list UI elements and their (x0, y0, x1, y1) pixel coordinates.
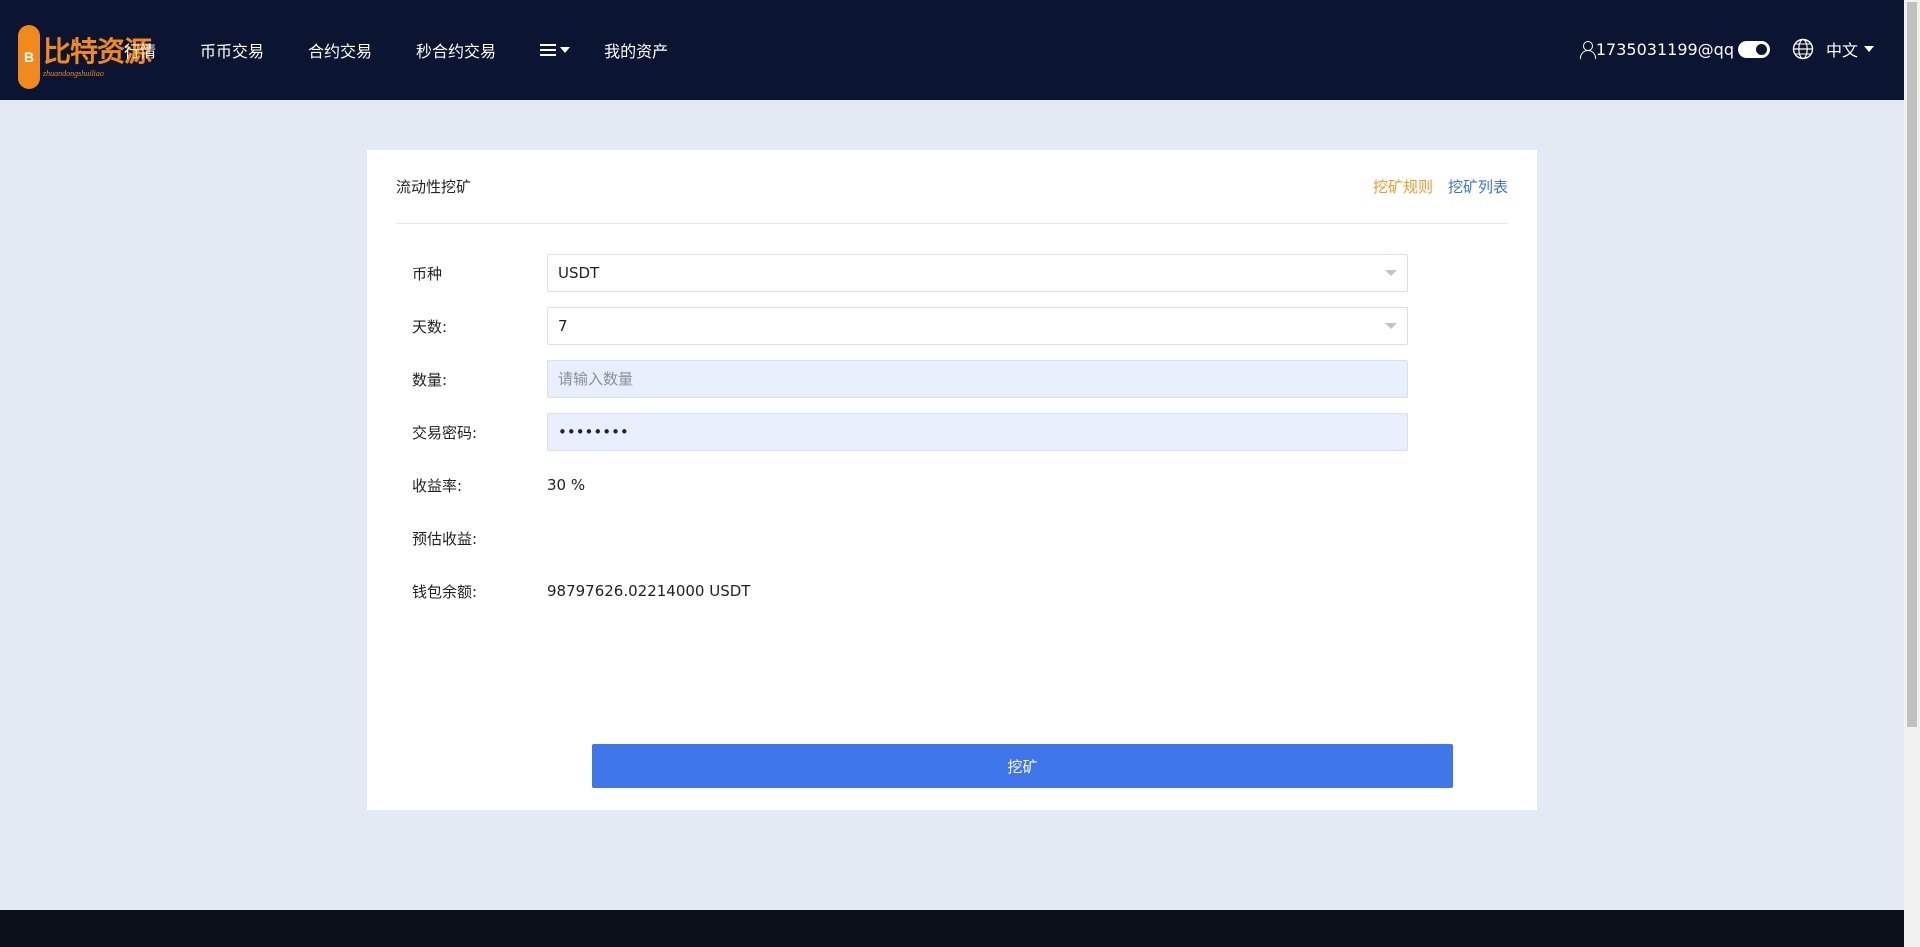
form-row-currency: 币种 USDT (412, 254, 1408, 292)
rate-value: 30 % (547, 476, 586, 494)
currency-label: 币种 (412, 264, 443, 283)
days-select[interactable]: 7 (547, 307, 1408, 345)
footer (0, 910, 1904, 947)
user-account-label: 1735031199@qq (1595, 39, 1734, 59)
mining-rules-link[interactable]: 挖矿规则 (1373, 176, 1433, 197)
form-row-rate: 收益率: 30 % (412, 466, 1408, 504)
nav-item-spot-trading[interactable]: 币币交易 (200, 38, 264, 62)
logo-badge-icon: B (18, 25, 40, 89)
form-row-amount: 数量: (412, 360, 1408, 398)
scrollbar-thumb[interactable] (1907, 2, 1917, 727)
balance-label: 钱包余额: (412, 582, 478, 601)
days-label: 天数: (412, 317, 448, 336)
balance-value: 98797626.02214000 USDT (547, 582, 751, 600)
card-header: 流动性挖矿 挖矿规则 挖矿列表 (396, 150, 1508, 224)
chevron-down-icon (1864, 46, 1874, 52)
theme-toggle[interactable] (1737, 40, 1770, 58)
globe-icon (1792, 38, 1814, 60)
form-row-password: 交易密码: (412, 413, 1408, 451)
chevron-down-icon (1385, 270, 1397, 276)
card-links: 挖矿规则 挖矿列表 (1358, 176, 1508, 197)
user-account[interactable]: 1735031199@qq (1579, 40, 1770, 59)
language-selector[interactable]: 中文 (1792, 37, 1874, 61)
chevron-down-icon (1385, 323, 1397, 329)
top-navbar: B 比特资源 zhuandongshuiliao 行情 币币交易 合约交易 秒合… (0, 0, 1904, 100)
mining-card: 流动性挖矿 挖矿规则 挖矿列表 币种 USDT 天数: 7 数量: 交易密码: (367, 150, 1537, 810)
main-nav: 行情 币币交易 合约交易 秒合约交易 我的资产 (124, 0, 712, 100)
form-row-estimate: 预估收益: (412, 519, 1408, 557)
list-icon (540, 44, 557, 56)
password-label: 交易密码: (412, 423, 478, 442)
chevron-down-icon (560, 47, 571, 53)
form-row-days: 天数: 7 (412, 307, 1408, 345)
estimate-label: 预估收益: (412, 529, 478, 548)
amount-input[interactable] (547, 360, 1408, 398)
page-scrollbar[interactable] (1904, 0, 1920, 947)
currency-value: USDT (558, 264, 600, 282)
currency-select[interactable]: USDT (547, 254, 1408, 292)
nav-item-contract-trading[interactable]: 合约交易 (308, 38, 372, 62)
days-value: 7 (558, 317, 568, 335)
mining-list-link[interactable]: 挖矿列表 (1448, 176, 1508, 197)
mine-submit-button[interactable]: 挖矿 (592, 744, 1453, 788)
nav-item-market[interactable]: 行情 (124, 38, 156, 62)
amount-label: 数量: (412, 370, 448, 389)
page-title: 流动性挖矿 (396, 178, 472, 196)
nav-more-menu[interactable] (540, 44, 571, 56)
language-label: 中文 (1825, 41, 1858, 60)
form-row-balance: 钱包余额: 98797626.02214000 USDT (412, 572, 1408, 610)
trade-password-input[interactable] (547, 413, 1408, 451)
nav-item-my-assets[interactable]: 我的资产 (604, 38, 668, 62)
user-area: 1735031199@qq 中文 (1579, 0, 1874, 100)
rate-label: 收益率: (412, 476, 463, 495)
mining-form: 币种 USDT 天数: 7 数量: 交易密码: 收益率: 30 % (412, 254, 1453, 788)
user-icon (1579, 40, 1596, 59)
nav-item-second-contract[interactable]: 秒合约交易 (416, 38, 496, 62)
